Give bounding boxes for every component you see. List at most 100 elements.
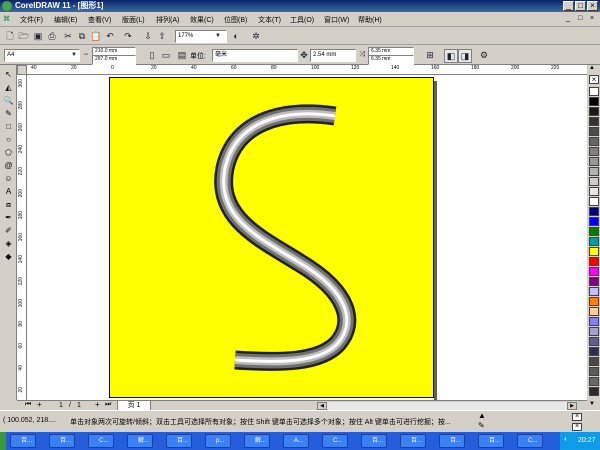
taskbar-button[interactable]: 百... <box>49 434 75 448</box>
taskbar-button[interactable]: 百... <box>361 434 387 448</box>
add-page-after-icon[interactable]: + <box>95 400 100 409</box>
color-swatch[interactable] <box>589 187 599 196</box>
menu-effects[interactable]: 效果(C) <box>190 15 214 25</box>
outline-tool-icon[interactable]: ✐ <box>3 225 14 236</box>
start-button[interactable] <box>0 432 6 450</box>
rectangle-tool-icon[interactable]: □ <box>3 121 14 132</box>
new-icon[interactable]: 🗋 <box>4 30 16 42</box>
portrait-icon[interactable]: ▯ <box>146 49 158 61</box>
paste-icon[interactable]: 📋 <box>90 30 102 42</box>
s-curve-shape[interactable] <box>110 78 435 399</box>
color-swatch[interactable] <box>589 197 599 206</box>
interactive-fill-tool-icon[interactable]: ◆ <box>3 251 14 262</box>
color-swatch[interactable] <box>589 327 599 336</box>
treat-as-filled-icon[interactable]: ◧ <box>444 49 458 63</box>
menu-edit[interactable]: 编辑(E) <box>54 15 77 25</box>
taskbar-button[interactable]: 百... <box>400 434 426 448</box>
palette-scroll-up-icon[interactable]: ▲ <box>589 65 595 71</box>
menu-arrange[interactable]: 排列(A) <box>156 15 179 25</box>
vertical-ruler[interactable]: 300 280 260 240 220 200 180 160 140 120 100 80 60 40 2… <box>17 75 27 400</box>
color-swatch[interactable] <box>589 377 599 386</box>
palette-scroll-down-icon[interactable]: ▼ <box>589 401 595 407</box>
ruler-origin[interactable] <box>17 65 27 75</box>
color-swatch[interactable] <box>589 257 599 266</box>
color-swatch[interactable] <box>589 367 599 376</box>
horizontal-ruler[interactable]: 4020020406080100120140160180200220240 <box>17 65 587 75</box>
scroll-right-button[interactable]: ▶ <box>567 402 577 410</box>
color-swatch[interactable] <box>589 177 599 186</box>
all-pages-icon[interactable]: ▤ <box>176 49 188 61</box>
pick-tool-icon[interactable]: ↖ <box>3 69 14 80</box>
color-swatch[interactable] <box>589 357 599 366</box>
taskbar-button[interactable]: 百... <box>439 434 465 448</box>
text-tool-icon[interactable]: A <box>3 186 14 197</box>
chevron-down-icon[interactable]: ▼ <box>212 30 224 42</box>
polygon-tool-icon[interactable]: ⬠ <box>3 147 14 158</box>
draw-filled-icon[interactable]: ◨ <box>458 49 472 63</box>
cut-icon[interactable]: ✂ <box>62 30 74 42</box>
color-swatch[interactable] <box>589 277 599 286</box>
color-swatch[interactable] <box>589 237 599 246</box>
close-button[interactable]: × <box>587 1 598 11</box>
application-launcher-icon[interactable]: ◐ <box>230 30 242 42</box>
minimize-button[interactable]: _ <box>563 1 574 11</box>
menu-window[interactable]: 窗口(W) <box>324 15 349 25</box>
color-swatch[interactable] <box>589 267 599 276</box>
undo-icon[interactable]: ↶ <box>104 30 116 42</box>
scroll-left-button[interactable]: ◀ <box>317 402 327 410</box>
fill-swatch-none[interactable]: × <box>572 413 582 421</box>
color-swatch[interactable] <box>589 127 599 136</box>
color-swatch[interactable] <box>589 347 599 356</box>
no-fill-swatch[interactable]: × <box>589 75 599 84</box>
paper-size-chevron-icon[interactable]: ▼ <box>68 49 80 61</box>
export-icon[interactable]: ⇧ <box>156 30 168 42</box>
color-swatch[interactable] <box>589 117 599 126</box>
menu-tools[interactable]: 工具(O) <box>290 15 314 25</box>
import-icon[interactable]: ⇩ <box>142 30 154 42</box>
coreldraw-app-icon[interactable] <box>2 1 12 11</box>
doc-restore-button[interactable]: □ <box>578 15 582 22</box>
taskbar-button[interactable]: 解... <box>127 434 153 448</box>
drawing-window[interactable] <box>27 75 587 401</box>
duplicate-y-field[interactable]: 6.35 mm <box>368 55 414 65</box>
copy-icon[interactable]: ⧉ <box>76 30 88 42</box>
ellipse-tool-icon[interactable]: ○ <box>3 134 14 145</box>
taskbar-button[interactable]: A... <box>283 434 309 448</box>
freehand-tool-icon[interactable]: ✎ <box>3 108 14 119</box>
color-swatch[interactable] <box>589 227 599 236</box>
menu-text[interactable]: 文本(T) <box>258 15 281 25</box>
options-icon[interactable]: ⚙ <box>478 49 490 61</box>
print-icon[interactable]: ⎙ <box>46 30 58 42</box>
eyedropper-tool-icon[interactable]: ✒ <box>3 212 14 223</box>
menu-layout[interactable]: 版面(L) <box>122 15 145 25</box>
shape-tool-icon[interactable]: ◭ <box>3 82 14 93</box>
units-select[interactable]: 毫米 <box>212 49 298 62</box>
volume-icon[interactable]: ◐ <box>564 436 568 443</box>
taskbar-button[interactable]: p... <box>205 434 231 448</box>
color-swatch[interactable] <box>589 87 599 96</box>
color-swatch[interactable] <box>589 157 599 166</box>
doc-close-button[interactable]: × <box>590 15 594 22</box>
spiral-tool-icon[interactable]: @ <box>3 160 14 171</box>
add-page-before-icon[interactable]: + <box>37 400 42 409</box>
color-swatch[interactable] <box>589 217 599 226</box>
color-swatch[interactable] <box>589 337 599 346</box>
menu-bitmaps[interactable]: 位图(B) <box>224 15 247 25</box>
color-swatch[interactable] <box>589 147 599 156</box>
redo-icon[interactable]: ↷ <box>122 30 134 42</box>
taskbar-button[interactable]: 百... <box>478 434 504 448</box>
color-swatch[interactable] <box>589 207 599 216</box>
basic-shapes-tool-icon[interactable]: ☺ <box>3 173 14 184</box>
color-swatch[interactable] <box>589 307 599 316</box>
first-page-icon[interactable]: ⏮ <box>25 401 31 409</box>
color-swatch[interactable] <box>589 167 599 176</box>
color-swatch[interactable] <box>589 387 599 396</box>
nudge-distance-field[interactable]: 2.54 mm <box>310 49 356 62</box>
fill-tool-icon[interactable]: ◈ <box>3 238 14 249</box>
corel-online-icon[interactable]: ✲ <box>250 30 262 42</box>
taskbar-button[interactable]: 解... <box>244 434 270 448</box>
color-swatch[interactable] <box>589 297 599 306</box>
taskbar-button[interactable]: 百... <box>166 434 192 448</box>
save-icon[interactable]: ▣ <box>32 30 44 42</box>
color-swatch[interactable] <box>589 137 599 146</box>
